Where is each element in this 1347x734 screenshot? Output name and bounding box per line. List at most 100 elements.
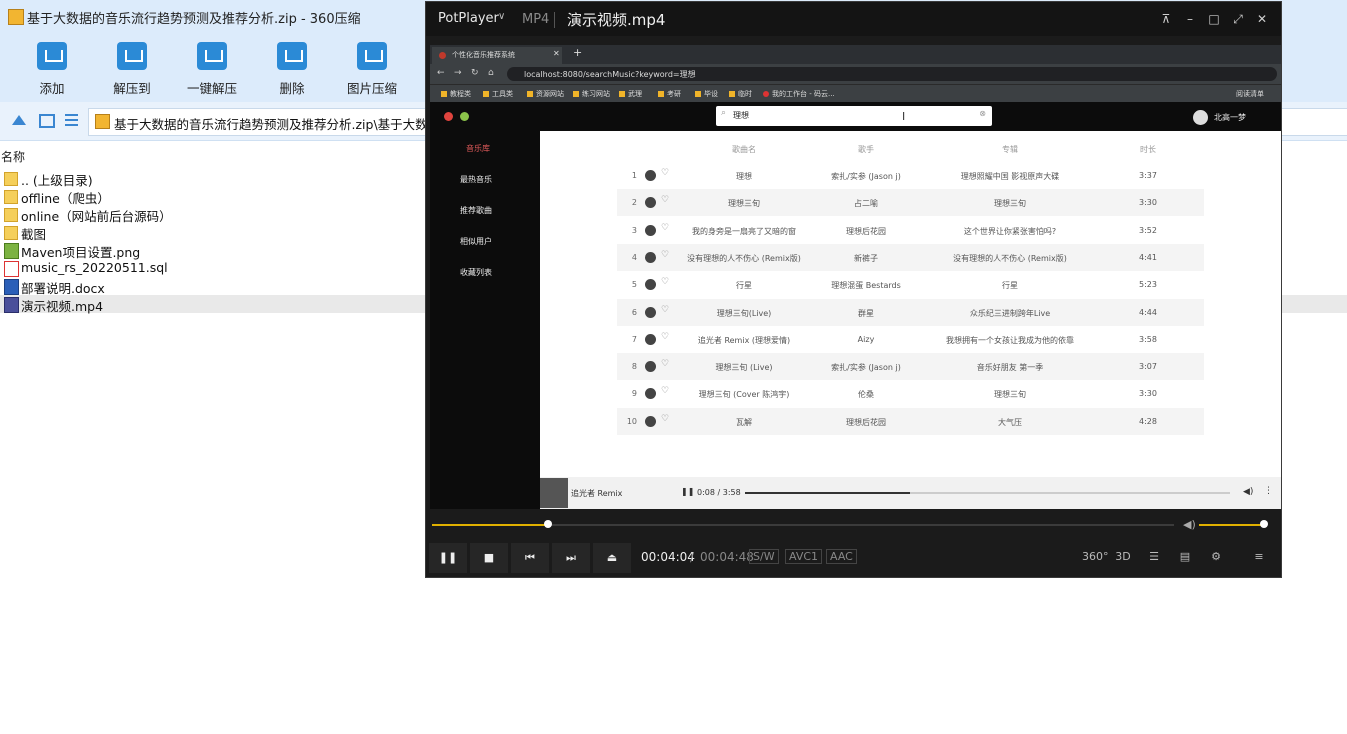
browser-tab-title: 个性化音乐推荐系统: [452, 51, 515, 59]
bookmark-item: 教程类: [441, 89, 471, 99]
zip-archive-icon: [8, 9, 24, 25]
delete-button[interactable]: 删除: [262, 40, 322, 97]
bookmark-item: 练习网站: [573, 89, 610, 99]
file-name: 演示视频.mp4: [21, 299, 104, 314]
row-number: 9: [631, 389, 637, 399]
song-title: 理想三旬 (Cover 陈鸿宇): [698, 390, 790, 400]
header-title: 歌曲名: [732, 145, 756, 154]
song-title: 没有理想的人不伤心 (Remix版): [687, 253, 801, 263]
song-duration: 5:23: [1139, 280, 1157, 290]
image-compress-button-label: 图片压缩: [346, 81, 397, 96]
bookmark-item: 临时: [729, 89, 752, 99]
text-cursor-icon: I: [902, 110, 906, 123]
volume-slider[interactable]: [1199, 520, 1268, 528]
subtitle-icon[interactable]: ▤: [1174, 550, 1196, 563]
bookmarks-bar: 教程类 工具类 资源网站 练习网站 武理 考研 毕设 临时 我的工作台 - 码云... 阅读清单: [430, 84, 1281, 103]
app-header: ⌕ 理想 I ⊗ 北高一梦: [430, 102, 1281, 131]
song-artist: 新裤子: [854, 253, 878, 263]
image-compress-button[interactable]: 图片压缩: [342, 40, 402, 97]
column-header-name[interactable]: 名称: [1, 148, 25, 165]
minimize-dot-icon: [460, 112, 469, 121]
audio-codec-tag[interactable]: AAC: [826, 549, 857, 564]
next-button[interactable]: ⏭: [552, 543, 590, 573]
decoder-tag[interactable]: S/W: [749, 549, 779, 564]
one-click-extract-button[interactable]: 一键解压: [182, 40, 242, 97]
chevron-down-icon[interactable]: ∨: [498, 11, 505, 22]
fullscreen-icon[interactable]: ⤢: [1231, 12, 1245, 27]
menu-icon[interactable]: ≡: [1248, 550, 1270, 563]
song-artist: 伦桑: [858, 390, 874, 400]
header-artist: 歌手: [858, 145, 874, 154]
seek-handle[interactable]: [543, 520, 552, 528]
table-row: 5 ♡ 行星 理想混蛋 Bestards 行星 5:23: [617, 271, 1204, 298]
table-row: 7 ♡ 追光者 Remix (理想爱情) Aizy 我想拥有一个女孩让我成为他的依靠 3:…: [617, 326, 1204, 353]
song-duration: 3:37: [1139, 171, 1157, 180]
folder-icon: [4, 226, 18, 240]
song-album: 理想三旬: [994, 390, 1026, 400]
song-duration: 4:44: [1139, 307, 1157, 317]
folder-icon: [4, 208, 18, 222]
seek-bar[interactable]: [432, 520, 1174, 528]
volume-handle[interactable]: [1260, 520, 1268, 528]
eject-button[interactable]: ⏏: [593, 543, 631, 573]
extract-to-button[interactable]: 解压到: [102, 40, 162, 97]
search-input: ⌕ 理想 I ⊗: [716, 106, 992, 126]
mini-player: 追光者 Remix ❚❚ 0:08 / 3:58 ◀) ⋮: [540, 477, 1281, 509]
song-album: 理想三旬: [994, 199, 1026, 209]
bookmark-item: 毕设: [695, 89, 718, 99]
heart-icon: ♡: [661, 331, 670, 342]
song-artist: 理想后花园: [846, 417, 886, 427]
song-artist: 理想混蛋 Bestards: [831, 281, 901, 291]
trash-icon: [277, 42, 307, 70]
back-icon: ←: [437, 68, 445, 78]
mini-player-title: 追光者 Remix: [571, 489, 623, 498]
minimize-icon[interactable]: –: [1183, 12, 1197, 26]
play-icon: [645, 361, 656, 373]
current-time: 00:04:04: [641, 550, 695, 564]
playlist-search-icon[interactable]: ☰: [1143, 550, 1165, 563]
song-album: 众乐纪三进制跨年Live: [969, 308, 1051, 318]
potplayer-window: PotPlayer ∨ MP4 演示视频.mp4 ⊼ – □ ⤢ ✕ 个性化音乐…: [425, 1, 1282, 578]
reload-icon: ↻: [471, 68, 479, 78]
video-frame[interactable]: 个性化音乐推荐系统 ✕ + ← → ↻ ⌂ localhost:8080/sea…: [430, 45, 1281, 509]
pause-button[interactable]: ❚❚: [429, 543, 467, 573]
up-arrow-icon[interactable]: [12, 115, 26, 125]
vr-360-button[interactable]: 360°: [1082, 550, 1109, 563]
sidebar-item-hot: 最热音乐: [460, 175, 492, 184]
player-brand-menu[interactable]: PotPlayer: [438, 11, 499, 26]
play-icon: [645, 333, 656, 345]
close-icon[interactable]: ✕: [1255, 12, 1269, 26]
previous-button[interactable]: ⏮: [511, 543, 549, 573]
archive-path-icon: [95, 114, 110, 129]
add-button[interactable]: 添加: [22, 40, 82, 97]
sidebar-item-library: 音乐库: [466, 144, 490, 153]
song-title: 行星: [736, 281, 752, 291]
bookmark-item: 我的工作台 - 码云...: [763, 89, 835, 99]
gear-icon[interactable]: ⚙: [1205, 550, 1227, 563]
maximize-icon[interactable]: □: [1207, 12, 1221, 26]
view-list-icon[interactable]: [65, 114, 78, 126]
song-table: 歌曲名 歌手 专辑 时长 1 ♡ 理想 索扎/实参 (Jason j) 理想照耀中国 影…: [540, 131, 1281, 477]
extract-to-icon: [117, 42, 147, 70]
video-codec-tag[interactable]: AVC1: [785, 549, 823, 564]
table-row: 8 ♡ 理想三旬 (Live) 索扎/实参 (Jason j) 音乐好朋友 第一季 3:0…: [617, 353, 1204, 381]
song-duration: 3:30: [1139, 198, 1157, 208]
song-title: 理想三旬: [728, 199, 760, 209]
mp4-file-icon: [4, 297, 19, 313]
browser-tab: 个性化音乐推荐系统 ✕: [432, 47, 562, 64]
3d-button[interactable]: 3D: [1112, 550, 1134, 563]
view-thumbnail-icon[interactable]: [39, 114, 55, 128]
avatar: [1193, 110, 1208, 125]
heart-icon: ♡: [661, 386, 670, 397]
volume-icon[interactable]: ◀): [1183, 518, 1196, 531]
play-icon: [645, 197, 656, 209]
search-icon: ⌕: [721, 108, 727, 118]
song-album: 没有理想的人不伤心 (Remix版): [953, 253, 1067, 263]
table-row: 6 ♡ 理想三旬(Live) 群星 众乐纪三进制跨年Live 4:44: [617, 298, 1204, 326]
song-title: 瓦解: [736, 417, 752, 427]
stop-button[interactable]: ■: [470, 543, 508, 573]
pin-icon[interactable]: ⊼: [1159, 12, 1173, 26]
bookmark-item: 资源网站: [527, 89, 564, 99]
sidebar-item-recommend: 推荐歌曲: [460, 206, 492, 215]
row-number: 7: [631, 334, 637, 344]
